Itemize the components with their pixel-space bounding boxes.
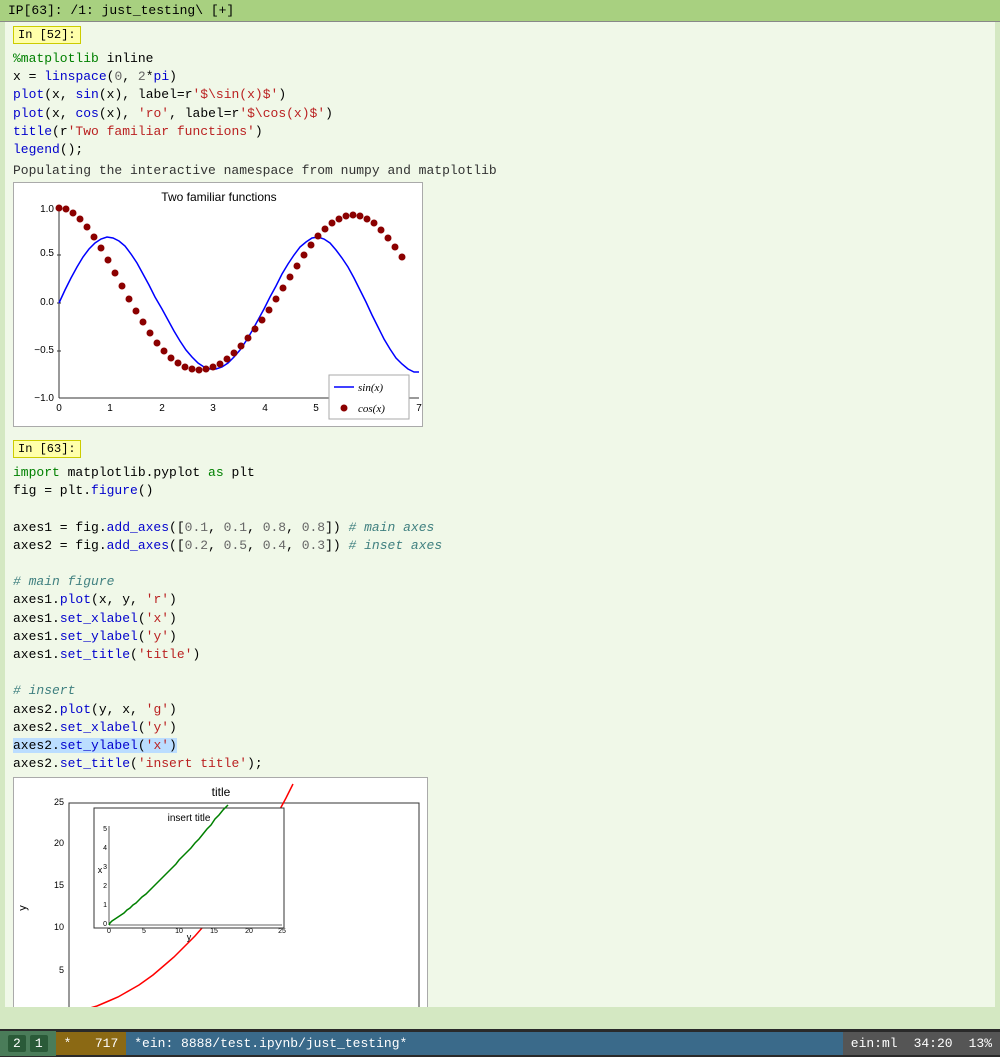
cell-63-code[interactable]: import matplotlib.pyplot as plt fig = pl… [5, 462, 995, 775]
code-line: # main figure [13, 573, 987, 591]
svg-text:4: 4 [262, 403, 268, 414]
cell-63: In [63]: import matplotlib.pyplot as plt… [5, 436, 995, 777]
plot2-main-title: title [212, 785, 231, 799]
status-cell-numbers: 2 1 [0, 1031, 56, 1056]
notebook: In [52]: %matplotlib inline x = linspace… [5, 22, 995, 1007]
sin-curve [59, 237, 419, 372]
svg-text:5: 5 [59, 965, 64, 975]
code-line: x = linspace(0, 2*pi) [13, 68, 987, 86]
svg-text:3: 3 [103, 864, 107, 871]
code-line: plot(x, sin(x), label=r'$\sin(x)$') [13, 86, 987, 104]
svg-text:7: 7 [416, 403, 422, 414]
svg-text:10: 10 [175, 928, 183, 935]
code-line [13, 555, 987, 573]
code-line: import matplotlib.pyplot as plt [13, 464, 987, 482]
svg-text:5: 5 [313, 403, 319, 414]
svg-text:5: 5 [142, 928, 146, 935]
svg-text:4: 4 [103, 845, 107, 852]
status-bar: 2 1 * 717 *ein: 8888/test.ipynb/just_tes… [0, 1029, 1000, 1057]
svg-text:1.0: 1.0 [40, 204, 54, 215]
code-line: axes1.plot(x, y, 'r') [13, 591, 987, 609]
plot2-svg: title y x 0 5 10 15 20 25 0 [13, 777, 428, 1007]
svg-text:1: 1 [107, 403, 113, 414]
status-mode: ein:ml [843, 1032, 906, 1055]
code-line: axes1.set_title('title') [13, 646, 987, 664]
plot2-container: title y x 0 5 10 15 20 25 0 [13, 777, 987, 1007]
title-text: IP[63]: /1: just_testing\ [+] [8, 3, 234, 18]
cell-63-label[interactable]: In [63]: [13, 440, 81, 458]
inset-title: insert title [168, 813, 211, 824]
code-line: %matplotlib inline [13, 50, 987, 68]
svg-text:20: 20 [54, 838, 64, 848]
code-line [13, 501, 987, 519]
svg-text:0: 0 [56, 403, 62, 414]
code-line: axes2.set_xlabel('y') [13, 719, 987, 737]
code-line: axes1.set_xlabel('x') [13, 610, 987, 628]
code-line: axes2.set_ylabel('x') [13, 737, 987, 755]
cell-num-1: 2 [8, 1035, 26, 1052]
status-modified-marker: * 717 [56, 1032, 127, 1055]
svg-text:−0.5: −0.5 [34, 345, 54, 356]
plot2-ylabel: y [17, 905, 29, 911]
svg-text:cos(x): cos(x) [358, 403, 385, 415]
inset-ylabel: x [98, 865, 103, 875]
status-filename: *ein: 8888/test.ipynb/just_testing* [126, 1032, 843, 1055]
cell-52-code[interactable]: %matplotlib inline x = linspace(0, 2*pi)… [5, 48, 995, 161]
svg-text:2: 2 [103, 883, 107, 890]
svg-text:2: 2 [159, 403, 165, 414]
code-line: # insert [13, 682, 987, 700]
cos-dots [56, 205, 406, 374]
status-position: 34:20 [906, 1032, 961, 1055]
code-line: plot(x, cos(x), 'ro', label=r'$\cos(x)$'… [13, 105, 987, 123]
svg-text:10: 10 [54, 922, 64, 932]
code-line: title(r'Two familiar functions') [13, 123, 987, 141]
code-line [13, 664, 987, 682]
svg-text:0.0: 0.0 [40, 297, 54, 308]
svg-text:1: 1 [103, 902, 107, 909]
code-line: axes1 = fig.add_axes([0.1, 0.1, 0.8, 0.8… [13, 519, 987, 537]
svg-text:−1.0: −1.0 [34, 393, 54, 404]
code-line: fig = plt.figure() [13, 482, 987, 500]
status-percent: 13% [961, 1032, 1000, 1055]
code-line: legend(); [13, 141, 987, 159]
plot1-svg: Two familiar functions 1.0 0.5 0.0 [13, 182, 423, 427]
svg-text:20: 20 [245, 928, 253, 935]
svg-text:0: 0 [103, 921, 107, 928]
svg-text:15: 15 [54, 880, 64, 890]
cell-52: In [52]: %matplotlib inline x = linspace… [5, 22, 995, 182]
svg-text:15: 15 [210, 928, 218, 935]
code-line: axes2.plot(y, x, 'g') [13, 701, 987, 719]
svg-text:0.5: 0.5 [40, 248, 54, 259]
plot1-container: Two familiar functions 1.0 0.5 0.0 [13, 182, 987, 431]
cell-num-2: 1 [30, 1035, 48, 1052]
code-line: axes2.set_title('insert title'); [13, 755, 987, 773]
plot1-title: Two familiar functions [161, 190, 276, 204]
svg-text:3: 3 [210, 403, 216, 414]
svg-text:0: 0 [107, 928, 111, 935]
svg-text:25: 25 [278, 928, 286, 935]
code-line: axes1.set_ylabel('y') [13, 628, 987, 646]
svg-text:5: 5 [103, 826, 107, 833]
inset-xlabel: y [187, 932, 192, 942]
cell-52-label[interactable]: In [52]: [13, 26, 81, 44]
title-bar: IP[63]: /1: just_testing\ [+] [0, 0, 1000, 22]
cell-52-output: Populating the interactive namespace fro… [5, 161, 995, 180]
code-line: axes2 = fig.add_axes([0.2, 0.5, 0.4, 0.3… [13, 537, 987, 555]
svg-text:sin(x): sin(x) [358, 382, 383, 394]
svg-text:25: 25 [54, 797, 64, 807]
inset-axes-rect [94, 808, 284, 928]
